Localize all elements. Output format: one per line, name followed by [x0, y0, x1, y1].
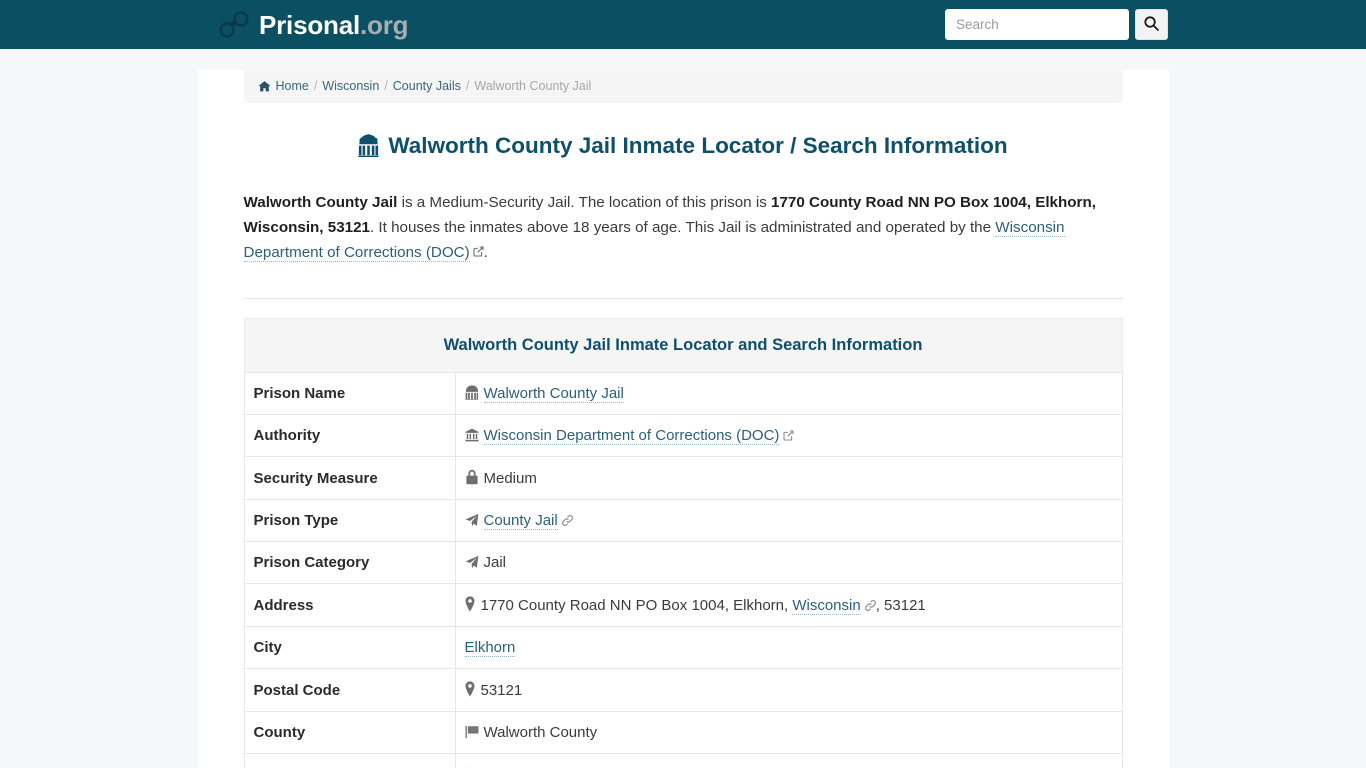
page-title: Walworth County Jail Inmate Locator / Se…	[244, 131, 1123, 160]
table-row: State Wisconsin ( WI )	[243, 753, 1123, 768]
intro-segment-4: . It houses the inmates above 18 years o…	[369, 218, 996, 236]
map-pin-icon	[465, 681, 475, 698]
row-value-security-measure: Medium	[454, 456, 1123, 501]
home-icon	[257, 80, 271, 93]
row-key-address: Address	[243, 583, 456, 628]
flag-icon	[465, 725, 479, 739]
prison-info-section: Walworth County Jail Inmate Locator and …	[243, 318, 1123, 768]
table-row: Prison Name Walworth County Jail	[243, 372, 1123, 416]
bank-icon	[464, 428, 479, 442]
postal-code-value: 53121	[480, 682, 523, 700]
intro-prison-name: Walworth County Jail	[243, 194, 398, 212]
breadcrumb-item-current: Walworth County Jail	[474, 79, 592, 94]
section-divider	[243, 298, 1123, 300]
prison-info-table: Prison Name Walworth County Jail Authori…	[243, 372, 1123, 768]
table-row: County Walworth County	[243, 711, 1123, 755]
address-state-link[interactable]: Wisconsin	[792, 597, 861, 616]
breadcrumb-separator: /	[384, 79, 388, 94]
address-suffix: , 53121	[875, 597, 926, 615]
search-form	[945, 9, 1168, 40]
row-key-authority: Authority	[243, 414, 456, 458]
breadcrumb-item-county-jails[interactable]: County Jails	[393, 80, 461, 93]
external-link-icon	[473, 241, 484, 257]
table-row: Prison Category Jail	[243, 541, 1123, 585]
breadcrumb-separator: /	[465, 79, 470, 94]
row-key-security-measure: Security Measure	[243, 456, 456, 501]
page-title-text: Walworth County Jail Inmate Locator / Se…	[388, 133, 1008, 158]
lock-icon	[465, 469, 479, 485]
intro-paragraph: Walworth County Jail is a Medium-Securit…	[243, 191, 1123, 265]
table-row: City Elkhorn	[243, 626, 1123, 670]
prison-name-link[interactable]: Walworth County Jail	[483, 385, 624, 404]
row-value-address: 1770 County Road NN PO Box 1004, Elkhorn…	[454, 583, 1123, 628]
table-row: Authority Wisconsin Department of Correc…	[243, 414, 1123, 458]
page-container: Home / Wisconsin / County Jails / Walwor…	[197, 70, 1169, 768]
address-prefix: 1770 County Road NN PO Box 1004, Elkhorn…	[480, 597, 793, 615]
brand-logo-link[interactable]: Prisonal.org	[218, 9, 409, 40]
row-value-authority: Wisconsin Department of Corrections (DOC…	[454, 414, 1123, 458]
intro-segment-5: .	[483, 243, 488, 261]
row-key-postal-code: Postal Code	[243, 668, 456, 713]
breadcrumb-separator: /	[313, 79, 318, 94]
table-row: Prison Type County Jail	[243, 499, 1123, 543]
search-input[interactable]	[945, 9, 1129, 40]
landmark-vault-icon	[464, 385, 479, 401]
table-row: Address 1770 County Road NN PO Box 1004,…	[243, 583, 1123, 628]
prison-category-value: Jail	[483, 554, 507, 572]
paper-plane-icon	[465, 555, 479, 569]
county-value: Walworth County	[483, 724, 598, 742]
brand-name: Prisonal	[259, 9, 360, 40]
row-key-county: County	[243, 711, 456, 755]
breadcrumb-item-wisconsin[interactable]: Wisconsin	[322, 80, 379, 93]
breadcrumb: Home / Wisconsin / County Jails / Walwor…	[243, 70, 1123, 103]
landmark-vault-icon	[358, 134, 380, 158]
table-caption: Walworth County Jail Inmate Locator and …	[243, 318, 1123, 373]
row-value-county: Walworth County	[454, 711, 1123, 755]
city-link[interactable]: Elkhorn	[464, 639, 516, 658]
handcuffs-icon	[218, 10, 250, 40]
link-icon	[561, 513, 573, 527]
row-value-prison-name: Walworth County Jail	[454, 372, 1123, 416]
search-icon	[1143, 15, 1160, 35]
row-value-city: Elkhorn	[454, 626, 1123, 670]
row-key-state: State	[243, 753, 456, 768]
top-navbar: Prisonal.org	[0, 0, 1366, 49]
external-link-icon	[783, 428, 794, 441]
breadcrumb-item-home[interactable]: Home	[276, 80, 309, 93]
row-key-prison-name: Prison Name	[243, 372, 456, 416]
row-value-prison-type: County Jail	[454, 499, 1123, 543]
row-key-city: City	[243, 626, 456, 670]
brand-text: Prisonal.org	[259, 9, 409, 40]
table-row: Postal Code 53121	[243, 668, 1123, 713]
brand-tld: .org	[360, 9, 409, 40]
map-pin-icon	[465, 596, 475, 613]
row-key-prison-category: Prison Category	[243, 541, 456, 585]
row-value-postal-code: 53121	[454, 668, 1123, 713]
prison-type-link[interactable]: County Jail	[483, 512, 558, 531]
intro-segment-2: is a Medium-Security Jail. The location …	[397, 194, 772, 212]
search-button[interactable]	[1135, 9, 1168, 40]
authority-link[interactable]: Wisconsin Department of Corrections (DOC…	[483, 427, 780, 446]
link-icon	[864, 598, 876, 612]
row-value-state: Wisconsin ( WI )	[454, 753, 1123, 768]
row-key-prison-type: Prison Type	[243, 499, 456, 543]
security-measure-value: Medium	[483, 470, 537, 488]
table-row: Security Measure Medium	[243, 456, 1123, 501]
row-value-prison-category: Jail	[454, 541, 1123, 585]
paper-plane-icon	[465, 513, 479, 527]
